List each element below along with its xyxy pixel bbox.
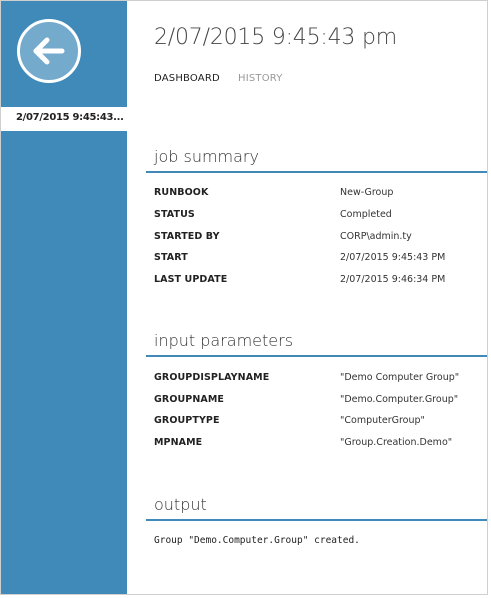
parameter-key: GROUPNAME [154, 394, 225, 405]
parameter-key: GROUPDISPLAYNAME [154, 372, 270, 383]
summary-value: Completed [340, 209, 392, 220]
section-divider [146, 519, 487, 521]
tab-history[interactable]: HISTORY [238, 73, 283, 84]
parameter-key: GROUPTYPE [154, 415, 220, 426]
parameter-value: "Group.Creation.Demo" [340, 437, 453, 448]
section-title-input-parameters: input parameters [154, 331, 294, 350]
sidebar-item-job[interactable]: 2/07/2015 9:45:43... [1, 107, 127, 131]
parameter-value: "Demo.Computer.Group" [340, 394, 459, 405]
section-divider [146, 171, 487, 173]
summary-key: LAST UPDATE [154, 274, 228, 285]
section-title-output: output [154, 495, 207, 514]
back-arrow-icon [33, 37, 65, 65]
summary-key: STATUS [154, 209, 195, 220]
summary-key: RUNBOOK [154, 187, 209, 198]
summary-value: 2/07/2015 9:45:43 PM [340, 252, 446, 263]
summary-key: STARTED BY [154, 231, 220, 242]
output-text: Group "Demo.Computer.Group" created. [154, 535, 360, 546]
summary-value: New-Group [340, 187, 394, 198]
summary-value: 2/07/2015 9:46:34 PM [340, 274, 446, 285]
section-divider [146, 355, 487, 357]
back-button[interactable] [17, 19, 81, 83]
main-panel: 2/07/2015 9:45:43 pm DASHBOARD HISTORY j… [127, 1, 487, 594]
sidebar-item-label: 2/07/2015 9:45:43... [16, 112, 124, 123]
summary-value: CORP\admin.ty [340, 231, 412, 242]
tab-dashboard[interactable]: DASHBOARD [154, 73, 220, 84]
section-title-job-summary: job summary [154, 147, 259, 166]
sidebar: 2/07/2015 9:45:43... [1, 1, 127, 594]
summary-key: START [154, 252, 188, 263]
parameter-key: MPNAME [154, 437, 203, 448]
parameter-value: "Demo Computer Group" [340, 372, 460, 383]
job-details-window: 2/07/2015 9:45:43... 2/07/2015 9:45:43 p… [0, 0, 488, 595]
page-title: 2/07/2015 9:45:43 pm [154, 25, 397, 50]
parameter-value: "ComputerGroup" [340, 415, 425, 426]
